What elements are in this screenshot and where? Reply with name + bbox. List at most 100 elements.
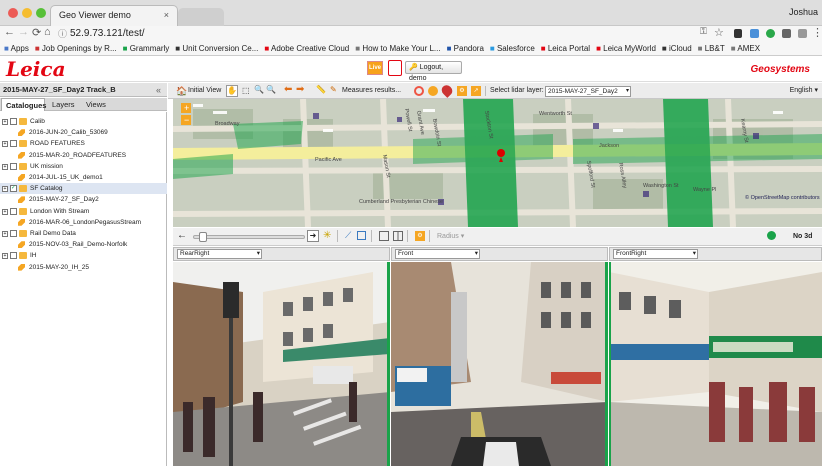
measure-line-icon[interactable]: ⟋ <box>345 230 351 241</box>
tree-item[interactable]: + Calib <box>0 116 167 127</box>
extension-icon[interactable] <box>782 29 791 38</box>
bookmark-item[interactable]: ■ Leica Portal <box>541 42 590 55</box>
bookmark-item[interactable]: ■ Job Openings by R... <box>35 42 117 55</box>
radius-select[interactable]: Radius ▾ <box>437 231 464 243</box>
play-forward-icon[interactable]: ➜ <box>307 230 319 242</box>
pan-hand-icon[interactable]: ✋ <box>226 85 238 97</box>
settings-icon[interactable]: ⚙ <box>415 231 425 241</box>
sun-icon[interactable]: ✳ <box>323 230 331 241</box>
bookmark-item[interactable]: ■ Salesforce <box>490 42 535 55</box>
tree-item[interactable]: + ROAD FEATURES <box>0 138 167 149</box>
tab-catalogues[interactable]: Catalogues <box>1 98 46 111</box>
expand-icon[interactable]: + <box>2 163 8 170</box>
tree-item[interactable]: 2015-NOV-03_Rail_Demo-Norfolk <box>0 239 167 250</box>
expand-icon[interactable]: + <box>2 208 8 215</box>
expand-icon[interactable]: + <box>2 119 8 125</box>
single-view-icon[interactable] <box>379 231 389 241</box>
tree-item[interactable]: + London With Stream <box>0 206 167 217</box>
tree-item[interactable]: 2015-MAY-27_SF_Day2 <box>0 194 167 205</box>
reload-icon[interactable]: ⟳ <box>32 26 41 39</box>
camera-image-front[interactable] <box>391 262 608 466</box>
target-icon[interactable] <box>414 86 424 96</box>
extension-icon[interactable] <box>798 29 807 38</box>
checkbox[interactable] <box>10 207 17 215</box>
expand-icon[interactable]: + <box>2 253 8 260</box>
tree-item[interactable]: 2016-MAR-06_LondonPegasusStream <box>0 217 167 228</box>
bookmark-item[interactable]: ■ LB&T <box>698 42 725 55</box>
checkbox[interactable] <box>10 162 17 170</box>
tree-item[interactable]: 2015-MAY-20_IH_25 <box>0 262 167 273</box>
bookmark-item[interactable]: ■ Pandora <box>447 42 484 55</box>
checkbox[interactable] <box>10 252 17 260</box>
map-view[interactable]: + − Broadway Pacific Ave Wentworth St Ja… <box>173 99 822 227</box>
bookmark-item[interactable]: ■ Grammarly <box>123 42 170 55</box>
next-view-icon[interactable]: ➡ <box>296 84 304 95</box>
camera-image-frontright[interactable] <box>609 262 822 466</box>
camera-select[interactable]: Front ▾ <box>395 249 480 259</box>
timeline-thumb[interactable] <box>199 232 207 242</box>
home-icon[interactable]: ⌂ <box>44 26 51 38</box>
tree-item[interactable]: 2014-JUL-15_UK_demo1 <box>0 172 167 183</box>
checkbox[interactable]: ✓ <box>10 185 17 193</box>
key-icon[interactable]: ⚿ <box>700 26 707 37</box>
checkbox[interactable] <box>10 140 17 148</box>
bookmark-item[interactable]: ■ Adobe Creative Cloud <box>264 42 349 55</box>
tree-item[interactable]: + ✓ SF Catalog <box>0 183 167 195</box>
checkbox[interactable] <box>10 230 17 237</box>
address-bar[interactable]: ⓘ 52.9.73.121/test/ <box>56 27 696 41</box>
zoom-out-icon[interactable]: 🔍 <box>266 85 276 94</box>
camera-select[interactable]: FrontRight ▾ <box>613 249 698 259</box>
expand-icon[interactable]: + <box>2 141 8 148</box>
multi-view-icon[interactable] <box>393 231 403 241</box>
live-button[interactable]: Live <box>367 61 383 75</box>
tab-close-icon[interactable]: × <box>164 10 169 20</box>
marker-icon[interactable] <box>439 83 455 98</box>
tree-item[interactable]: + IH <box>0 250 167 261</box>
no-3d-toggle[interactable]: No 3d <box>793 231 812 243</box>
bookmark-item[interactable]: ■ How to Make Your L... <box>355 42 440 55</box>
extension-icon[interactable] <box>750 29 759 38</box>
camera-image-rearright[interactable] <box>173 262 390 466</box>
measure-icon[interactable]: 📏 <box>316 85 326 94</box>
language-select[interactable]: English ▾ <box>790 85 818 97</box>
maximize-window-icon[interactable] <box>36 8 46 18</box>
zoom-in-icon[interactable]: 🔍 <box>254 85 264 94</box>
back-icon[interactable]: ← <box>4 26 15 38</box>
map-canvas[interactable]: + − Broadway Pacific Ave Wentworth St Ja… <box>173 99 822 227</box>
expand-icon[interactable]: + <box>2 186 8 193</box>
measures-results-button[interactable]: Measures results... <box>342 85 401 97</box>
location-pin-icon[interactable] <box>767 231 776 240</box>
bookmark-item[interactable]: ■ iCloud <box>662 42 692 55</box>
tree-item[interactable]: + UK mission <box>0 161 167 172</box>
bookmark-star-icon[interactable]: ☆ <box>714 26 724 39</box>
export-icon[interactable]: ↗ <box>471 86 481 96</box>
tree-item[interactable]: + Rail Demo Data <box>0 228 167 239</box>
initial-view-button[interactable]: Initial View <box>188 85 221 97</box>
forward-icon[interactable]: → <box>18 26 29 38</box>
extension-icon[interactable] <box>766 29 775 38</box>
tree-item[interactable]: 2016-JUN-20_Calib_53069 <box>0 127 167 138</box>
new-tab-button[interactable] <box>178 8 224 26</box>
close-window-icon[interactable] <box>8 8 18 18</box>
bookmark-item[interactable]: ■ AMEX <box>731 42 760 55</box>
profile-name[interactable]: Joshua <box>789 7 818 17</box>
minimize-window-icon[interactable] <box>22 8 32 18</box>
zoom-box-icon[interactable]: ⬚ <box>242 86 250 95</box>
print-icon[interactable] <box>388 60 402 76</box>
tab-views[interactable]: Views <box>82 98 110 111</box>
camera-select[interactable]: RearRight ▾ <box>177 249 262 259</box>
checkbox[interactable] <box>10 118 17 125</box>
layer-icon[interactable] <box>428 86 438 96</box>
browser-tab[interactable]: Geo Viewer demo × <box>50 5 178 27</box>
timeline-slider[interactable] <box>193 235 305 239</box>
step-back-icon[interactable]: ← <box>177 230 187 241</box>
bookmark-item[interactable]: ■ Apps <box>4 42 29 55</box>
measure-area-icon[interactable] <box>357 231 366 240</box>
bookmark-item[interactable]: ■ Unit Conversion Ce... <box>175 42 258 55</box>
menu-icon[interactable]: ⋮ <box>812 26 822 39</box>
collapse-panel-icon[interactable]: « <box>156 85 161 95</box>
previous-view-icon[interactable]: ⬅ <box>284 84 292 95</box>
bookmark-item[interactable]: ■ Leica MyWorld <box>596 42 656 55</box>
expand-icon[interactable]: + <box>2 231 8 237</box>
extension-icon[interactable] <box>734 29 742 38</box>
